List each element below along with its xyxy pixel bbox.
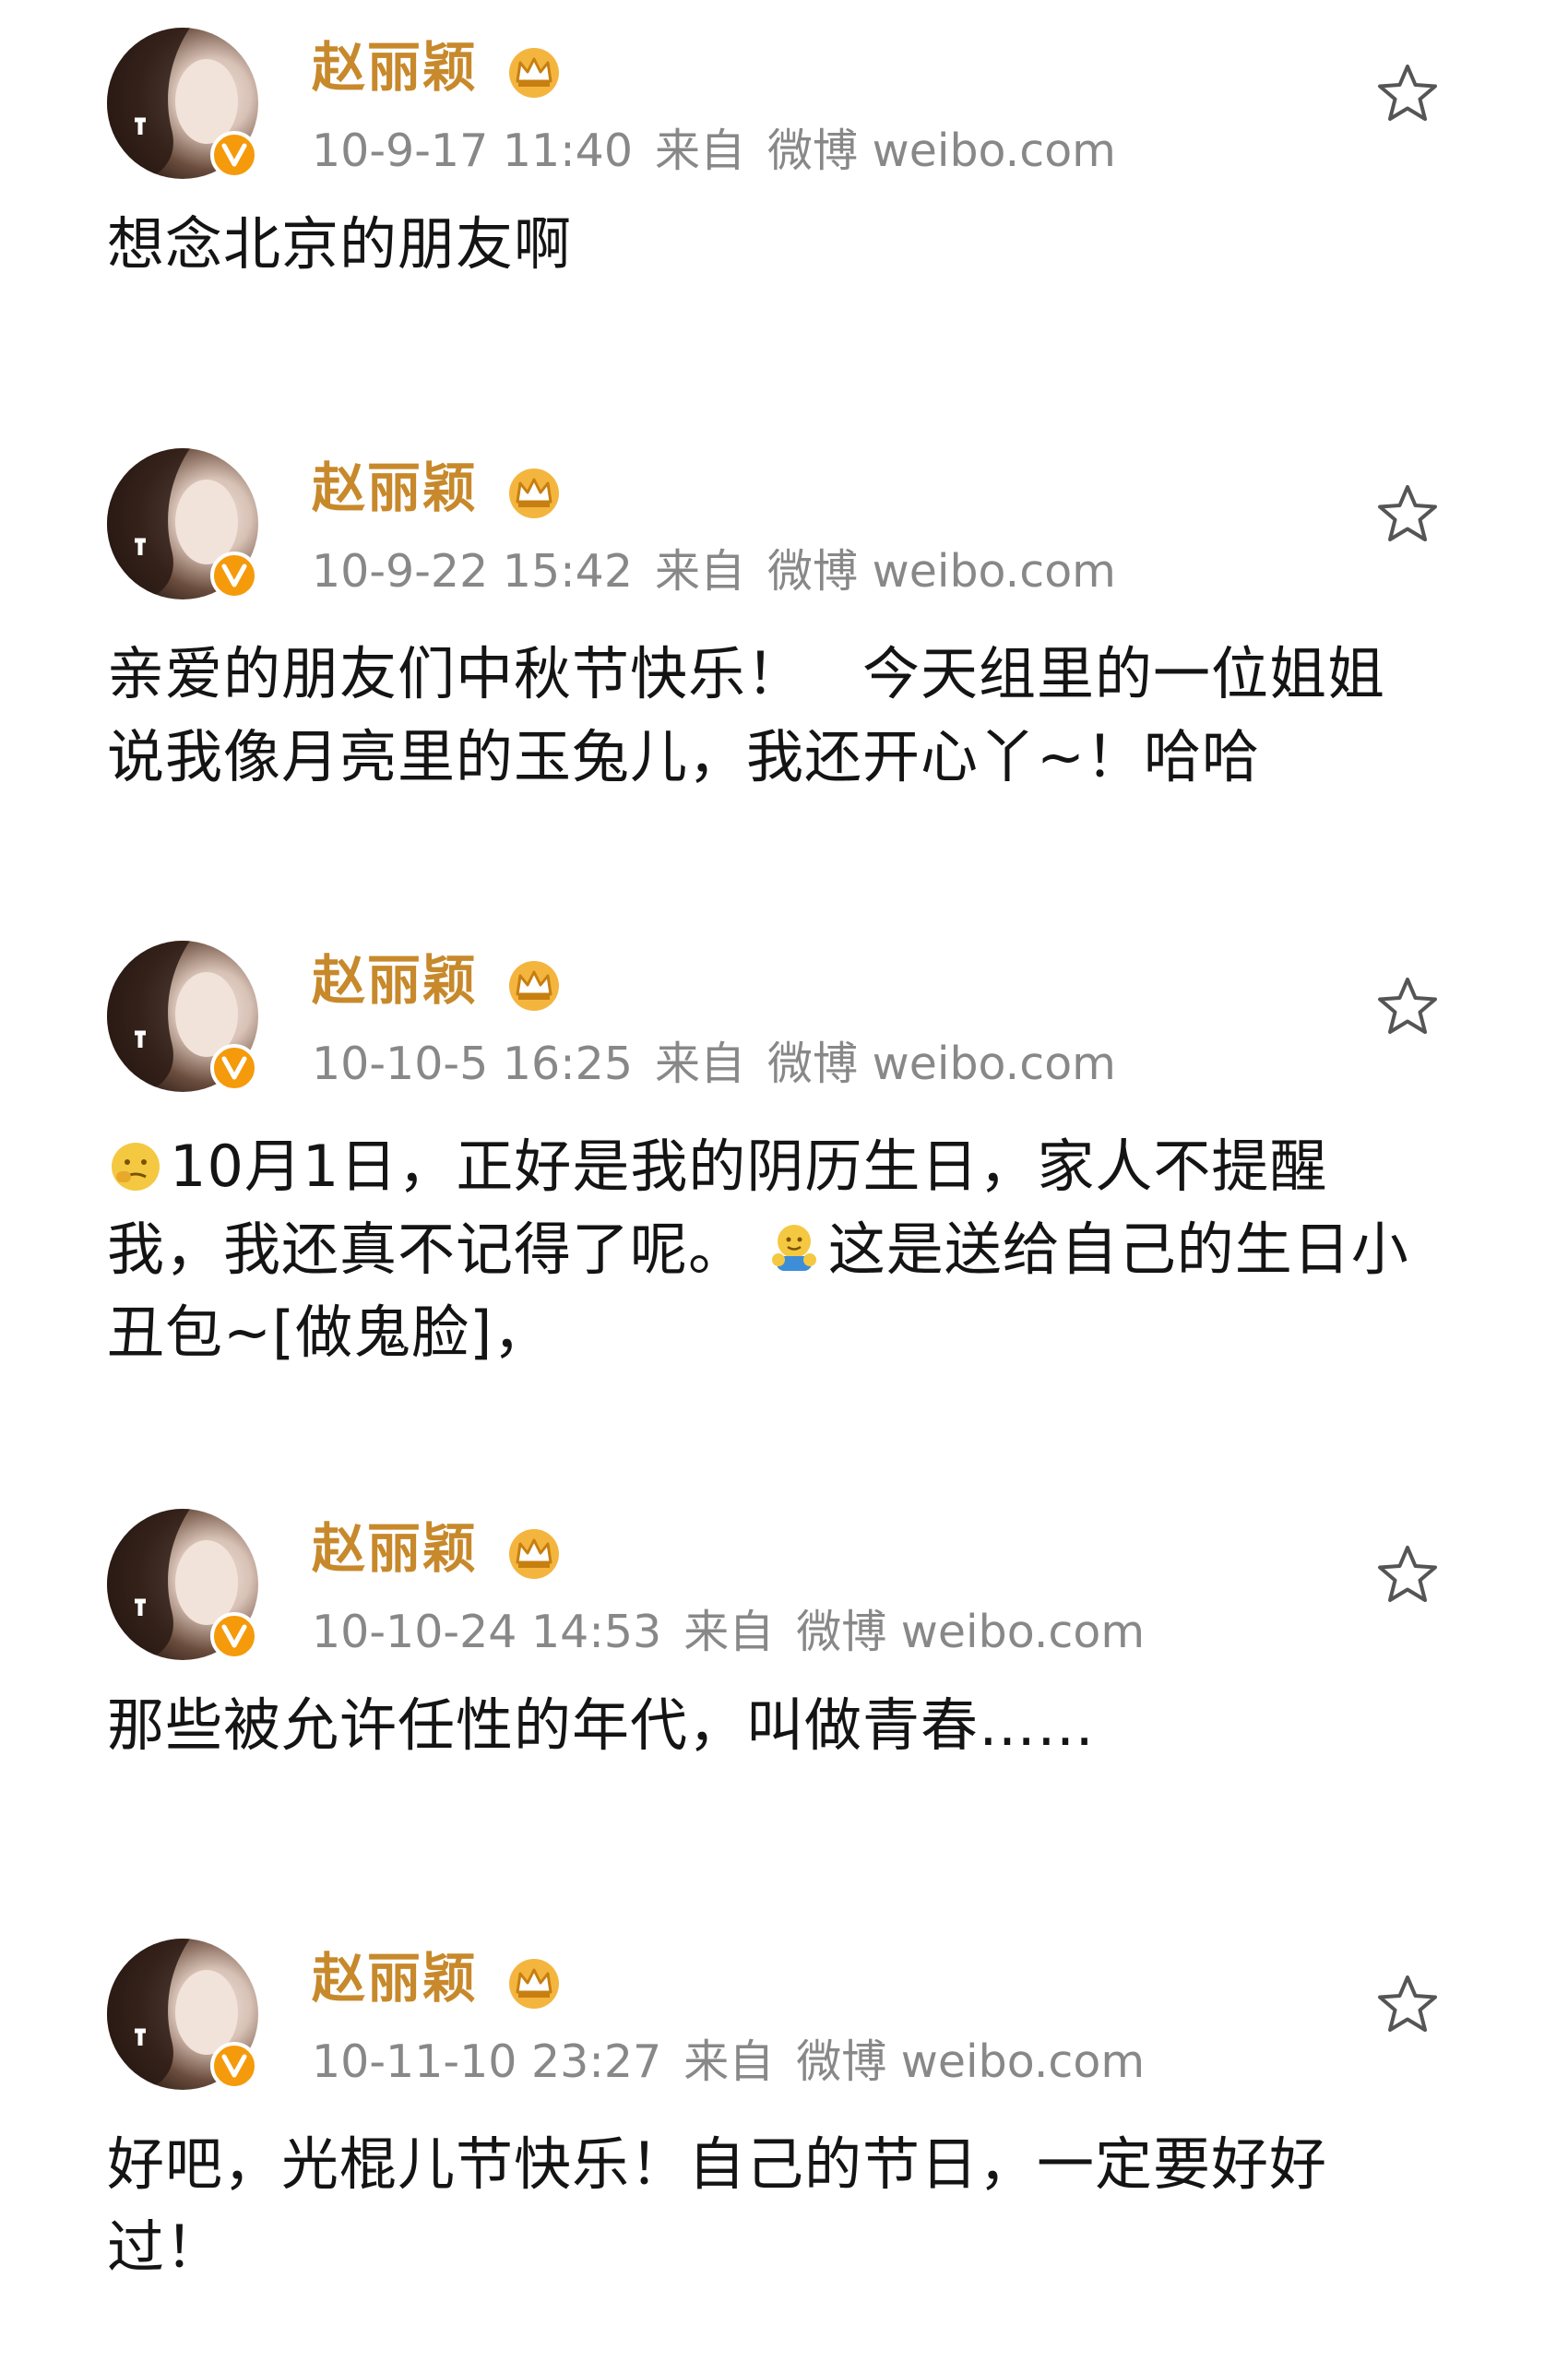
star-outline-icon[interactable]	[1374, 1972, 1441, 2038]
post-meta: 10-10-5 16:25 来自 微博 weibo.com	[312, 1037, 1138, 1092]
post-time: 10-10-24 14:53	[312, 1606, 662, 1658]
post-meta: 10-9-22 15:42 来自 微博 weibo.com	[312, 544, 1138, 599]
verified-badge-icon	[210, 2042, 258, 2090]
post-source[interactable]: 微博 weibo.com	[767, 125, 1116, 177]
content-text: 我，我还真不记得了呢。	[107, 1216, 747, 1283]
hugging-emoji-icon	[771, 1225, 816, 1271]
crown-icon	[509, 48, 559, 98]
avatar[interactable]	[107, 1509, 258, 1660]
post-time: 10-9-22 15:42	[312, 545, 634, 598]
username[interactable]: 赵丽颖	[312, 35, 478, 100]
post-source[interactable]: 微博 weibo.com	[796, 2035, 1145, 2088]
post-content: 想念北京的朋友啊	[107, 203, 1463, 286]
username[interactable]: 赵丽颖	[312, 1516, 478, 1581]
avatar[interactable]	[107, 941, 258, 1092]
post-content: 好吧，光棍儿节快乐！自己的节日，一定要好好 过！	[107, 2123, 1463, 2289]
avatar[interactable]	[107, 28, 258, 179]
source-prefix: 来自	[683, 2035, 775, 2088]
post-meta: 10-10-24 14:53 来自 微博 weibo.com	[312, 1605, 1167, 1660]
content-line: 过！	[107, 2213, 224, 2281]
content-text: 10月1日，正好是我的阴历生日，家人不提醒	[170, 1133, 1328, 1200]
verified-badge-icon	[210, 1612, 258, 1660]
post-content: 亲爱的朋友们中秋节快乐！ 今天组里的一位姐姐 说我像月亮里的玉兔儿，我还开心丫~…	[107, 633, 1463, 799]
verified-badge-icon	[210, 1044, 258, 1092]
avatar[interactable]	[107, 448, 258, 599]
star-outline-icon[interactable]	[1374, 974, 1441, 1040]
username[interactable]: 赵丽颖	[312, 1946, 478, 2011]
post-source[interactable]: 微博 weibo.com	[796, 1606, 1145, 1658]
star-outline-icon[interactable]	[1374, 481, 1441, 548]
content-line: 我，我还真不记得了呢。 这是送给自己的生日小	[107, 1208, 1463, 1291]
crown-icon	[509, 961, 559, 1011]
username[interactable]: 赵丽颖	[312, 948, 478, 1013]
post-source[interactable]: 微博 weibo.com	[767, 1038, 1116, 1090]
content-line: 丑包~[做鬼脸]，	[107, 1299, 552, 1366]
crown-icon	[509, 469, 559, 518]
source-prefix: 来自	[655, 1038, 746, 1090]
post-content: 10月1日，正好是我的阴历生日，家人不提醒 我，我还真不记得了呢。 这是送给自己…	[107, 1125, 1463, 1374]
post-meta: 10-9-17 11:40 来自 微博 weibo.com	[312, 124, 1138, 179]
content-line: 想念北京的朋友啊	[107, 210, 573, 278]
source-prefix: 来自	[655, 545, 746, 598]
star-outline-icon[interactable]	[1374, 1542, 1441, 1608]
content-line: 那些被允许任性的年代，叫做青春……	[107, 1691, 1096, 1759]
verified-badge-icon	[210, 131, 258, 179]
content-line: 10月1日，正好是我的阴历生日，家人不提醒	[107, 1125, 1463, 1208]
source-prefix: 来自	[683, 1606, 775, 1658]
post-time: 10-9-17 11:40	[312, 125, 634, 177]
username[interactable]: 赵丽颖	[312, 456, 478, 520]
post-time: 10-10-5 16:25	[312, 1038, 634, 1090]
crown-icon	[509, 1529, 559, 1579]
post-meta: 10-11-10 23:27 来自 微博 weibo.com	[312, 2035, 1167, 2090]
content-line: 好吧，光棍儿节快乐！自己的节日，一定要好好	[107, 2130, 1328, 2198]
post-source[interactable]: 微博 weibo.com	[767, 545, 1116, 598]
content-line: 说我像月亮里的玉兔儿，我还开心丫~！哈哈	[107, 723, 1260, 790]
source-prefix: 来自	[655, 125, 746, 177]
avatar[interactable]	[107, 1939, 258, 2090]
post-time: 10-11-10 23:27	[312, 2035, 662, 2088]
verified-badge-icon	[210, 552, 258, 599]
thinking-emoji-icon	[112, 1143, 160, 1191]
content-line: 亲爱的朋友们中秋节快乐！ 今天组里的一位姐姐	[107, 640, 1386, 707]
crown-icon	[509, 1959, 559, 2009]
post-content: 那些被允许任性的年代，叫做青春……	[107, 1684, 1463, 1767]
content-text: 这是送给自己的生日小	[827, 1216, 1409, 1283]
star-outline-icon[interactable]	[1374, 61, 1441, 127]
